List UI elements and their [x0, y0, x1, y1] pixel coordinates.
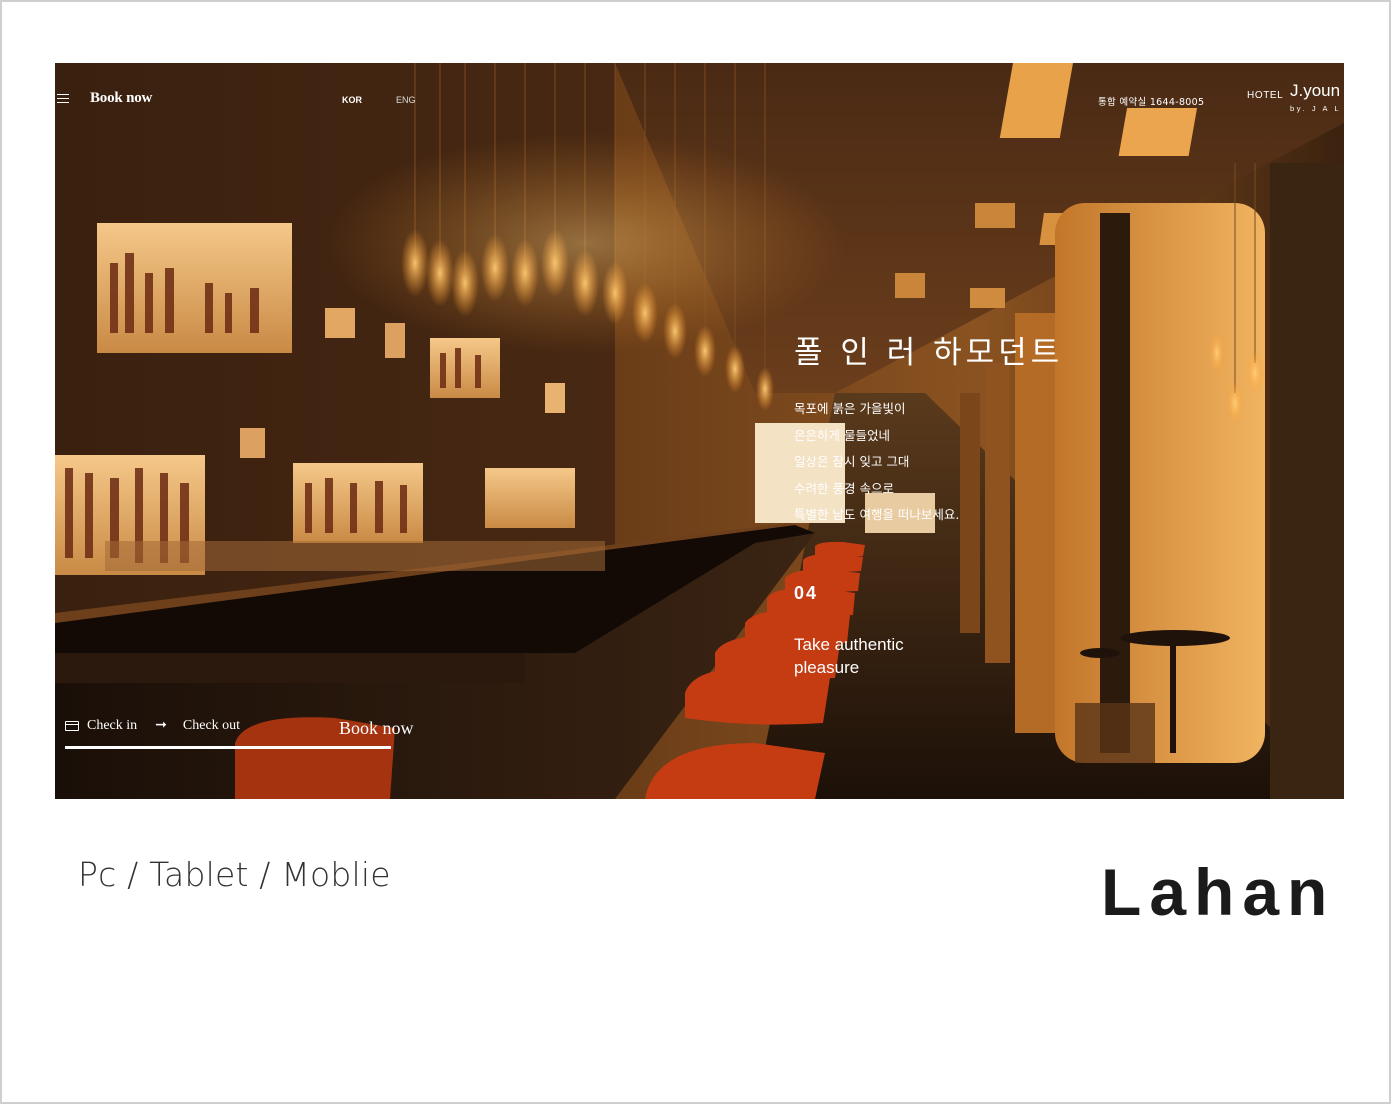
brand-logo[interactable]: J.youn [1290, 81, 1340, 101]
poem-line: 수려한 풍경 속으로 [794, 480, 894, 496]
poem-line: 목포에 붉은 가을빛이 [794, 401, 906, 416]
booking-underline [65, 746, 391, 749]
lang-eng-button[interactable]: ENG [396, 95, 416, 105]
arrow-right-icon: ➞ [155, 718, 167, 733]
poem-line: 은은하게 물들었네 [794, 427, 890, 443]
checkin-label[interactable]: Check in [87, 718, 137, 734]
presentation-frame: Book now KOR ENG 통합 예약실 1644-8005 HOTEL … [0, 0, 1391, 1104]
reservation-phone: 통합 예약실 1644-8005 [1098, 97, 1205, 108]
platforms-caption: Pc / Tablet / Moblie [78, 855, 391, 894]
lang-kor-button[interactable]: KOR [342, 95, 362, 105]
poem-line: 일상은 잠시 잊고 그대 [794, 454, 910, 469]
poem-line: 특별한 남도 여행을 떠나보세요. [794, 507, 960, 522]
hero-screenshot: Book now KOR ENG 통합 예약실 1644-8005 HOTEL … [55, 63, 1344, 799]
card-icon [65, 720, 79, 731]
book-now-button[interactable]: Book now [339, 718, 414, 739]
checkin-checkout[interactable]: Check in ➞ Check out [65, 717, 240, 734]
slide-poem: 목포에 붉은 가을빛이 은은하게 물들었네 일상은 잠시 잊고 그대 수려한 풍… [794, 396, 959, 529]
slide-number: 04 [794, 583, 819, 603]
bar-interior-photo [55, 63, 1344, 799]
brand-subtitle: by. J A L N A [1290, 104, 1344, 113]
book-now-link[interactable]: Book now [90, 90, 152, 107]
checkout-label[interactable]: Check out [183, 718, 240, 734]
slide-tagline: Take authentic pleasure [794, 635, 904, 677]
hamburger-icon[interactable] [57, 94, 69, 104]
site-header: Book now KOR ENG 통합 예약실 1644-8005 HOTEL … [55, 63, 1344, 133]
hotel-label: HOTEL [1247, 90, 1284, 101]
project-title: Lahan [1101, 855, 1336, 929]
slide-headline: 폴 인 러 하모던트 [794, 335, 1064, 371]
